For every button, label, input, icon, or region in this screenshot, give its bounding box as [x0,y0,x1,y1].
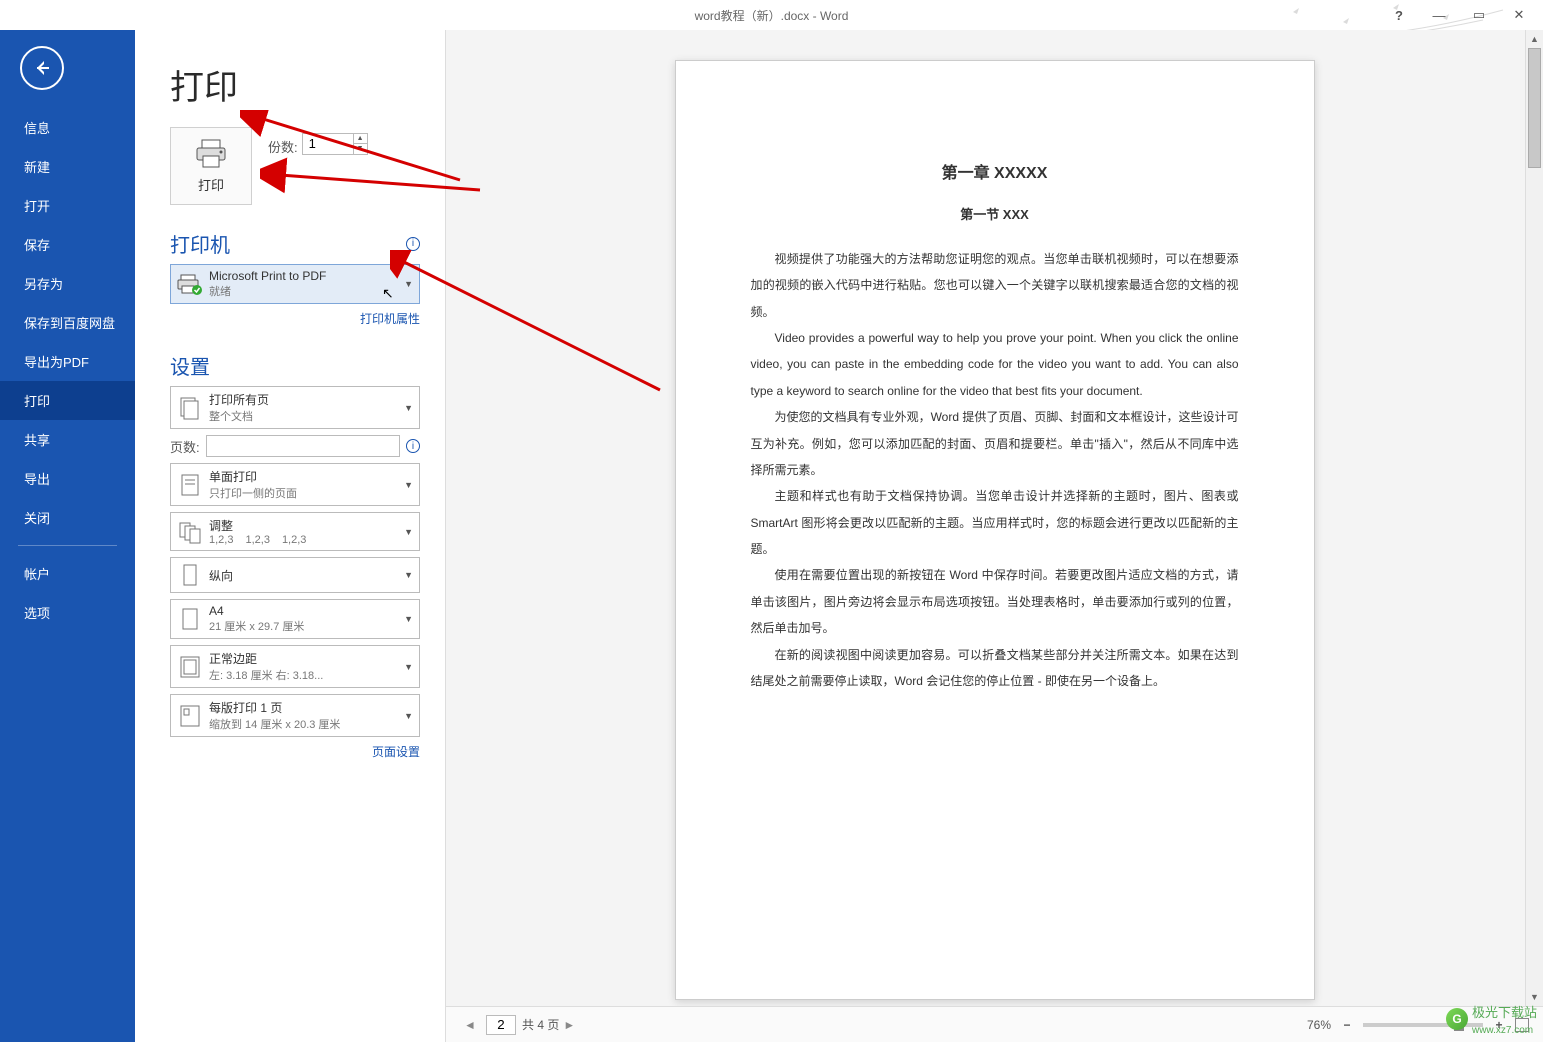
setting-dropdown-nup[interactable]: 每版打印 1 页缩放到 14 厘米 x 20.3 厘米▼ [170,694,420,737]
panel-title: 打印 [170,60,420,109]
papersize-icon [177,606,203,632]
titlebar: word教程（新）.docx - Word ? ― ▭ ✕ [0,0,1543,30]
main-area: 打印 打印 份数: ▲▼ 打印机 [135,30,1543,1042]
setting-dropdown-duplex[interactable]: 单面打印只打印一侧的页面▼ [170,463,420,506]
info-icon[interactable]: i [406,439,420,453]
watermark-text: 极光下载站 [1472,1005,1537,1020]
printer-icon [194,139,228,169]
spinner-down-icon[interactable]: ▼ [354,144,367,154]
chevron-down-icon: ▼ [404,279,413,289]
doc-paragraph: 视频提供了功能强大的方法帮助您证明您的观点。当您单击联机视频时，可以在想要添加的… [751,246,1239,325]
doc-paragraph: 使用在需要位置出现的新按钮在 Word 中保存时间。若要更改图片适应文档的方式，… [751,562,1239,641]
sidebar-item-0[interactable]: 信息 [0,108,135,147]
sidebar-item-2[interactable]: 打开 [0,186,135,225]
chevron-down-icon: ▼ [404,527,413,537]
setting-dropdown-margins[interactable]: 正常边距左: 3.18 厘米 右: 3.18...▼ [170,645,420,688]
print-preview: 第一章 XXXXX 第一节 XXX 视频提供了功能强大的方法帮助您证明您的观点。… [445,30,1543,1042]
setting-dropdown-orient[interactable]: 纵向▼ [170,557,420,593]
printer-properties-link[interactable]: 打印机属性 [170,310,420,327]
next-page-button[interactable]: ► [559,1018,579,1032]
sidebar-footer-item-1[interactable]: 选项 [0,593,135,632]
doc-paragraph: 在新的阅读视图中阅读更加容易。可以折叠文档某些部分并关注所需文本。如果在达到结尾… [751,642,1239,695]
page-number-input[interactable] [486,1015,516,1035]
chevron-down-icon: ▼ [404,711,413,721]
doc-chapter: 第一章 XXXXX [751,156,1239,191]
sidebar-item-4[interactable]: 另存为 [0,264,135,303]
settings-section-title: 设置 [170,351,210,380]
pages-label: 页数: [170,437,200,456]
back-button[interactable] [20,46,64,90]
prev-page-button[interactable]: ◄ [460,1018,480,1032]
watermark: G 极光下载站 www.xz7.com [1446,1002,1537,1036]
copies-label: 份数: [268,137,298,156]
chevron-down-icon: ▼ [404,570,413,580]
margins-icon [177,654,203,680]
printer-section-title: 打印机 [170,229,230,258]
sidebar-footer-item-0[interactable]: 帐户 [0,554,135,593]
sidebar-item-5[interactable]: 保存到百度网盘 [0,303,135,342]
pages-input[interactable] [206,435,400,457]
doc-paragraph: 主题和样式也有助于文档保持协调。当您单击设计并选择新的主题时，图片、图表或 Sm… [751,483,1239,562]
nup-icon [177,703,203,729]
sidebar-item-8[interactable]: 共享 [0,420,135,459]
printer-status: 就绪 [209,283,400,299]
chevron-down-icon: ▼ [404,662,413,672]
chevron-down-icon: ▼ [404,480,413,490]
page-count: 共 4 页 [522,1016,559,1033]
printer-dropdown[interactable]: Microsoft Print to PDF 就绪 ▼ [170,264,420,304]
copies-spinner[interactable]: ▲▼ [354,133,368,155]
collate-icon [177,519,203,545]
printer-status-icon [177,271,203,297]
close-icon[interactable]: ✕ [1499,4,1539,26]
help-icon[interactable]: ? [1379,4,1419,26]
sidebar-item-7[interactable]: 打印 [0,381,135,420]
printer-name: Microsoft Print to PDF [209,269,400,283]
vertical-scrollbar[interactable]: ▲ ▼ [1525,30,1543,1006]
sidebar-item-6[interactable]: 导出为PDF [0,342,135,381]
watermark-url: www.xz7.com [1472,1025,1533,1036]
spinner-up-icon[interactable]: ▲ [354,134,367,145]
pages-icon [177,395,203,421]
preview-footer: ◄ 共 4 页 ► 76% − + [446,1006,1543,1042]
minimize-icon[interactable]: ― [1419,4,1459,26]
setting-dropdown-collate[interactable]: 调整1,2,31,2,31,2,3▼ [170,512,420,551]
zoom-out-button[interactable]: − [1339,1018,1355,1032]
watermark-icon: G [1446,1008,1468,1030]
setting-dropdown-pages[interactable]: 打印所有页整个文档▼ [170,386,420,429]
window-title: word教程（新）.docx - Word [695,7,849,24]
chevron-down-icon: ▼ [404,403,413,413]
print-button[interactable]: 打印 [170,127,252,205]
document-page: 第一章 XXXXX 第一节 XXX 视频提供了功能强大的方法帮助您证明您的观点。… [675,60,1315,1000]
doc-paragraph: Video provides a powerful way to help yo… [751,325,1239,404]
sidebar-item-10[interactable]: 关闭 [0,498,135,537]
print-panel: 打印 打印 份数: ▲▼ 打印机 [135,30,445,1042]
scroll-thumb[interactable] [1528,48,1541,168]
maximize-icon[interactable]: ▭ [1459,4,1499,26]
page-setup-link[interactable]: 页面设置 [170,743,420,760]
sidebar-item-1[interactable]: 新建 [0,147,135,186]
doc-section: 第一节 XXX [751,201,1239,230]
duplex-icon [177,472,203,498]
sidebar-separator [18,545,117,546]
orient-icon [177,562,203,588]
scroll-up-icon[interactable]: ▲ [1526,30,1543,48]
file-sidebar: 信息新建打开保存另存为保存到百度网盘导出为PDF打印共享导出关闭 帐户选项 [0,30,135,1042]
zoom-value: 76% [1307,1018,1331,1032]
print-button-label: 打印 [198,175,224,194]
sidebar-item-9[interactable]: 导出 [0,459,135,498]
info-icon[interactable]: i [406,237,420,251]
chevron-down-icon: ▼ [404,614,413,624]
doc-paragraph: 为使您的文档具有专业外观，Word 提供了页眉、页脚、封面和文本框设计，这些设计… [751,404,1239,483]
copies-input[interactable] [302,133,354,155]
sidebar-item-3[interactable]: 保存 [0,225,135,264]
back-arrow-icon [32,58,52,78]
setting-dropdown-papersize[interactable]: A421 厘米 x 29.7 厘米▼ [170,599,420,639]
